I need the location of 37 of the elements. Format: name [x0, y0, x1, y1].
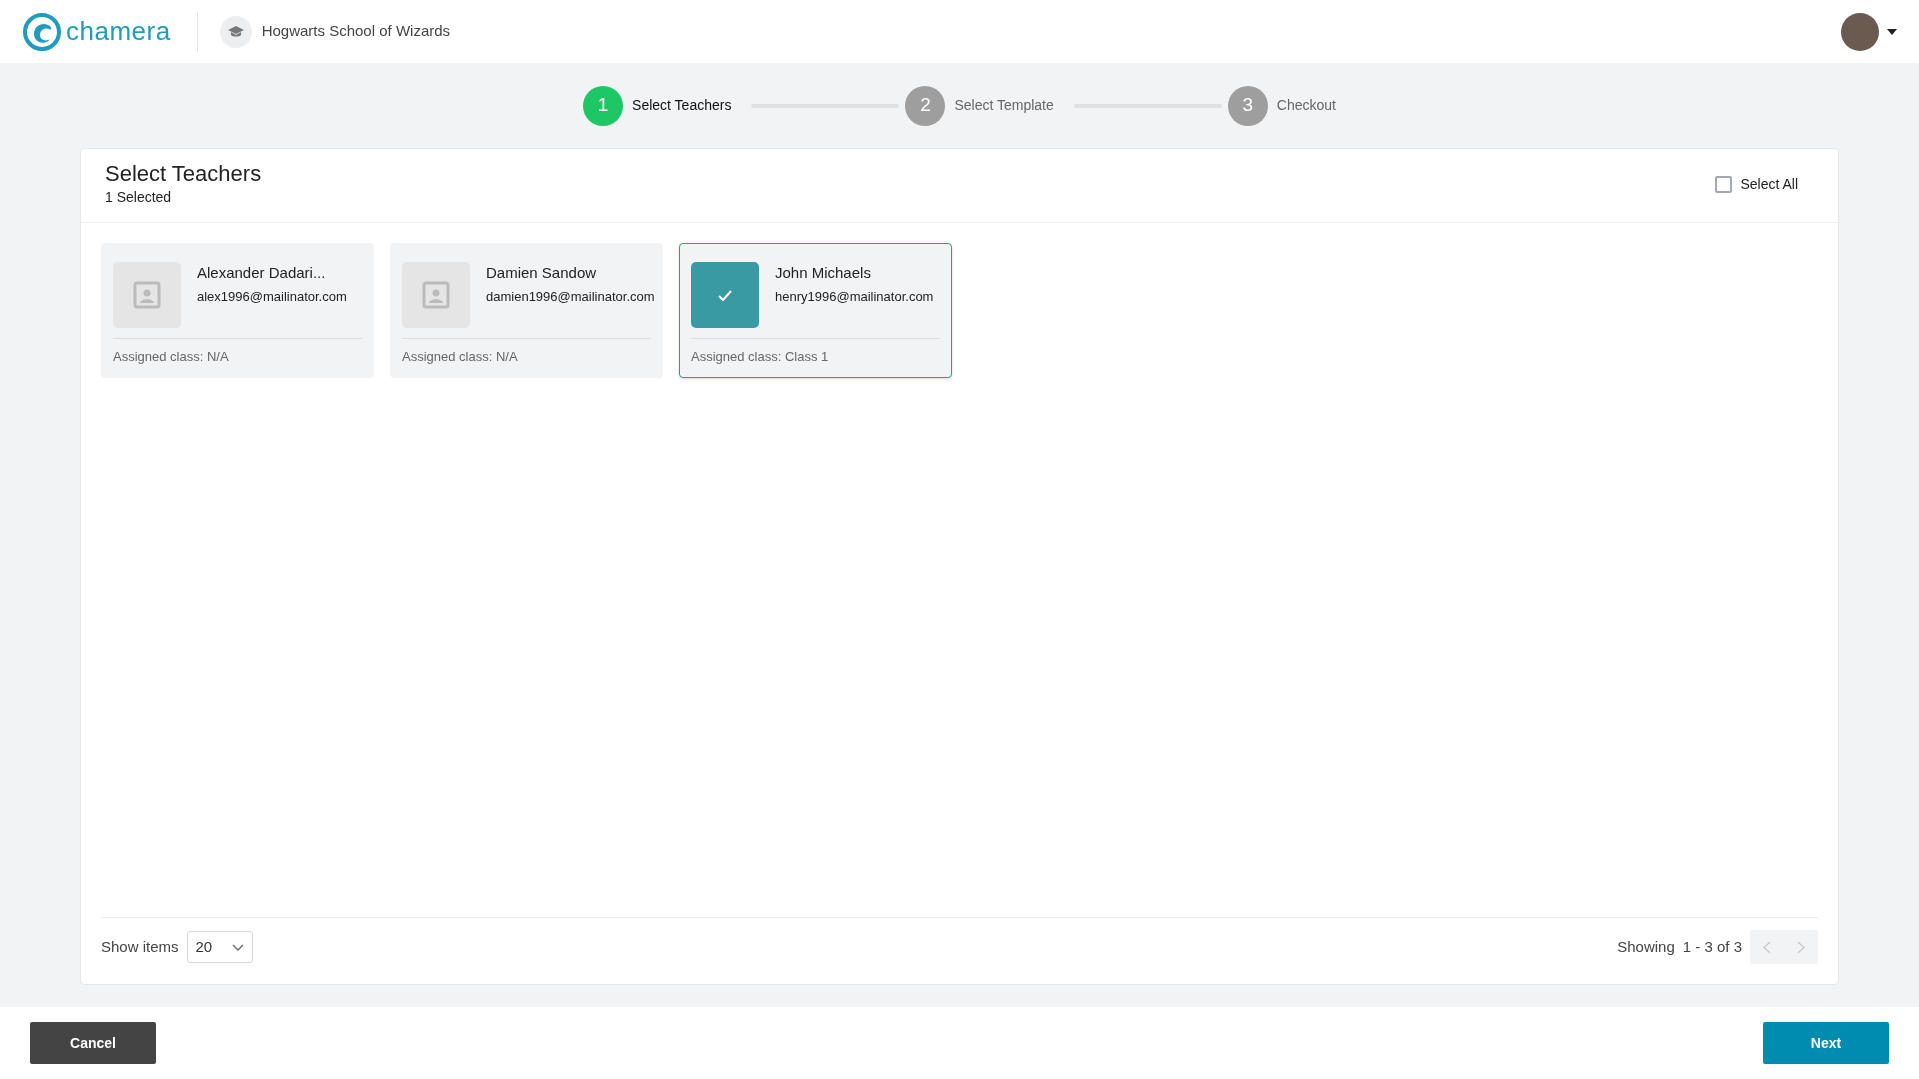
panel-title: Select Teachers: [105, 161, 262, 188]
image-placeholder-icon: [422, 281, 450, 310]
graduation-cap-icon: [219, 15, 252, 48]
select-all-label: Select All: [1740, 175, 1798, 195]
teacher-card[interactable]: Alexander Dadari... alex1996@mailinator.com Assigned class: N/A: [101, 243, 374, 378]
teacher-name: John Michaels: [775, 263, 872, 284]
step-label: Checkout: [1276, 96, 1336, 115]
showing-label: Showing: [1617, 936, 1675, 957]
user-avatar[interactable]: [1841, 12, 1879, 51]
chevron-right-icon[interactable]: [1797, 940, 1805, 954]
teacher-card[interactable]: John Michaels henry1996@mailinator.com Assigned class: Class 1: [679, 243, 952, 378]
selected-count: 1 Selected: [105, 188, 173, 208]
show-items-label: Show items: [101, 936, 179, 957]
teacher-email: damien1996@mailinator.com: [486, 288, 656, 305]
chevron-down-icon: [231, 943, 244, 951]
image-placeholder-icon: [133, 281, 161, 310]
next-button[interactable]: Next: [1763, 1022, 1889, 1064]
page-size-select[interactable]: 20: [186, 931, 253, 963]
brand-name: chamera: [66, 15, 171, 48]
assigned-class: Assigned class: N/A: [402, 348, 519, 367]
select-all-checkbox[interactable]: [1715, 176, 1733, 194]
assigned-class: Assigned class: N/A: [113, 348, 230, 367]
step-label: Select Teachers: [632, 96, 732, 115]
school-name: Hogwarts School of Wizards: [261, 21, 451, 42]
chevron-left-icon[interactable]: [1763, 940, 1771, 954]
cancel-button[interactable]: Cancel: [30, 1022, 156, 1064]
checkmark-icon: [718, 290, 732, 302]
teacher-email: alex1996@mailinator.com: [197, 288, 348, 305]
page-range: 1 - 3 of 3: [1682, 936, 1742, 957]
teacher-name: Damien Sandow: [486, 263, 598, 284]
step-label: Select Template: [954, 96, 1054, 115]
logo-icon: [22, 11, 62, 52]
teacher-card[interactable]: Damien Sandow damien1996@mailinator.com Assigned class: N/A: [390, 243, 663, 378]
assigned-class: Assigned class: Class 1: [691, 348, 830, 367]
teacher-email: henry1996@mailinator.com: [775, 288, 935, 305]
caret-icon[interactable]: [1887, 28, 1897, 35]
teacher-name: Alexander Dadari...: [197, 263, 327, 284]
